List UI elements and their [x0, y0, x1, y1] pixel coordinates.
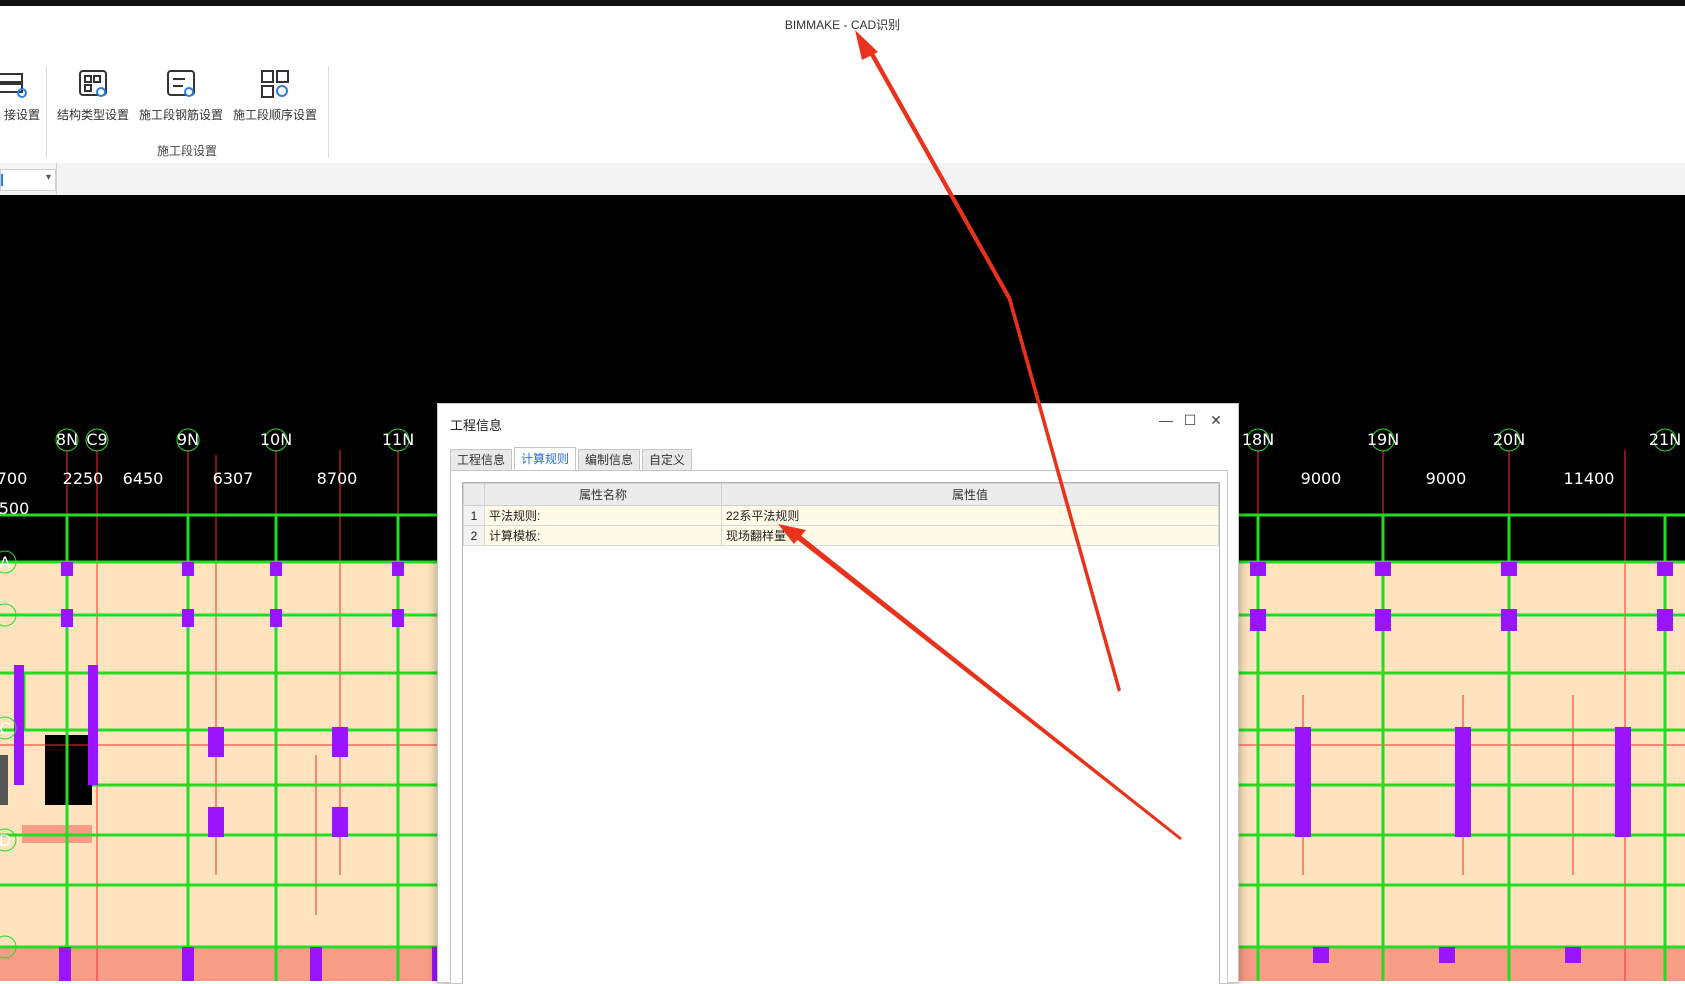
annotation-arrow-shaft — [866, 46, 1121, 692]
annotation-overlay — [778, 30, 1182, 840]
annotation-arrow-shaft — [790, 530, 1182, 840]
